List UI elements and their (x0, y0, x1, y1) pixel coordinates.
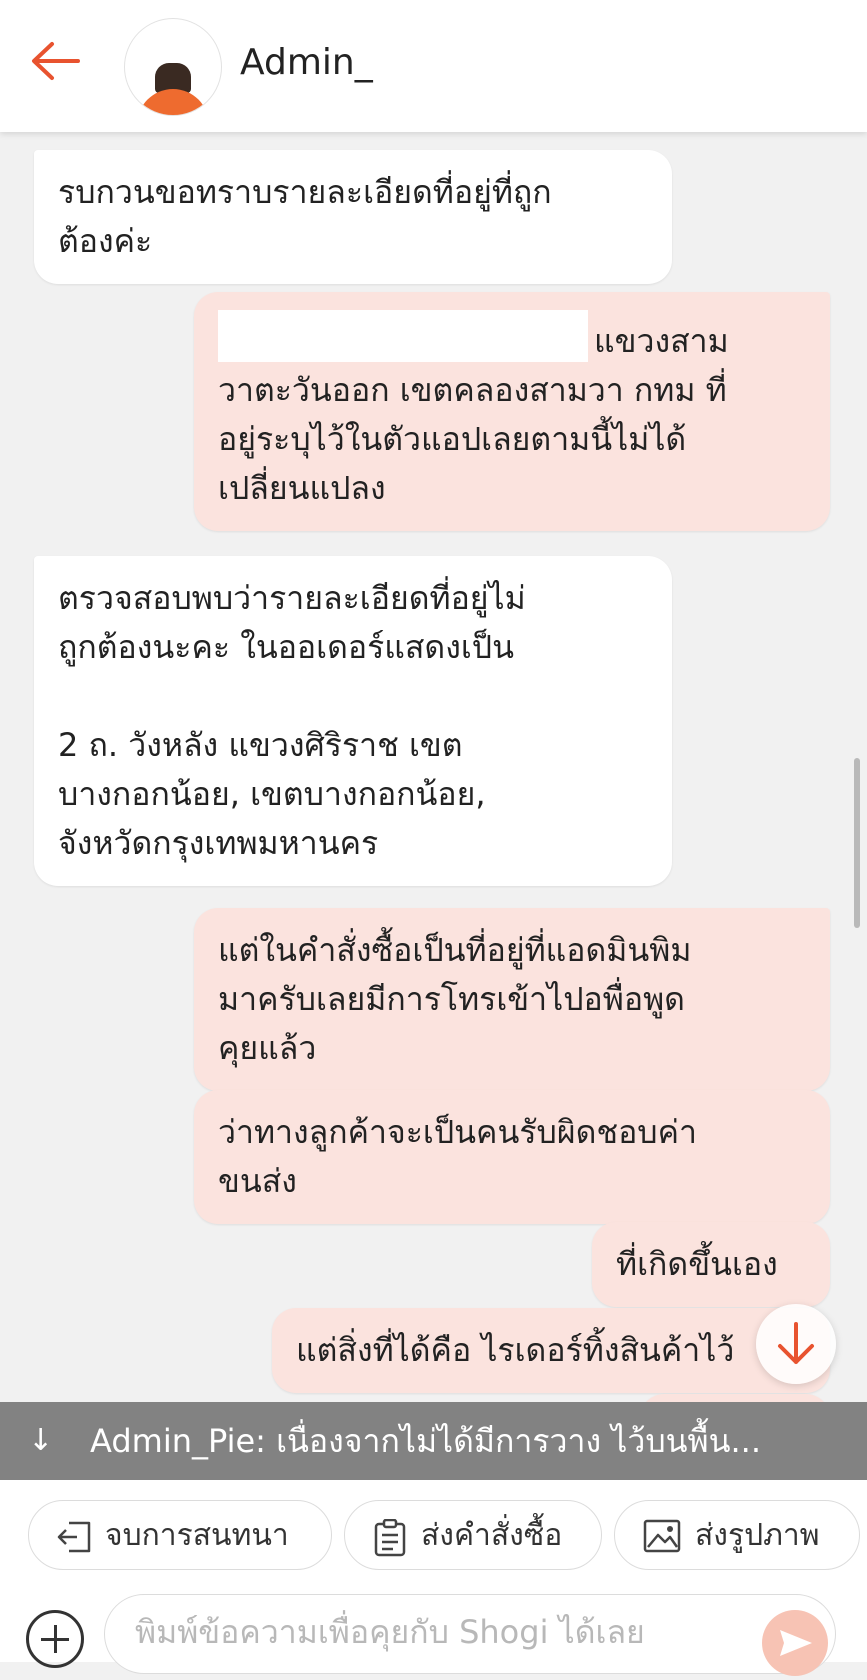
avatar[interactable] (124, 18, 222, 116)
exit-icon (57, 1521, 91, 1553)
back-arrow-icon[interactable] (28, 36, 84, 86)
send-image-label: ส่งรูปภาพ (695, 1518, 820, 1553)
message-line: 2 ถ. วังหลัง แขวงศิริราช เขต (58, 726, 463, 764)
new-message-banner[interactable]: ↓ Admin_Pie: เนื่องจากไม่ได้มีการวาง ไว้… (0, 1402, 867, 1480)
end-chat-button[interactable]: จบการสนทนา (28, 1500, 332, 1570)
message-line: อยู่ระบุไว้ในตัวแอปเลยตามนี้ไม่ได้ (218, 420, 687, 458)
message-line: คุยแล้ว (218, 1029, 317, 1067)
scrollbar-thumb[interactable] (854, 758, 860, 928)
chat-header: Admin_ (0, 0, 867, 132)
send-order-label: ส่งคำสั่งซื้อ (421, 1518, 563, 1553)
message-line: ที่เกิดขึ้นเอง (616, 1245, 778, 1283)
chat-title[interactable]: Admin_ (240, 42, 373, 83)
message-line: แต่ในคำสั่งซื้อเป็นที่อยู่ที่แอดมินพิม (218, 931, 692, 969)
message-line: แขวงสาม (594, 322, 729, 360)
message-line: บางกอกน้อย, เขตบางกอกน้อย, (58, 775, 486, 813)
end-chat-label: จบการสนทนา (105, 1518, 289, 1553)
quick-actions-bar: จบการสนทนา ส่งคำสั่งซื้อ ส่งรูปภาพ (0, 1480, 867, 1580)
message-line: ตรวจสอบพบว่ารายละเอียดที่อยู่ไม่ (58, 579, 526, 617)
plus-icon[interactable] (26, 1610, 84, 1668)
message-input[interactable] (133, 1601, 737, 1663)
send-button[interactable] (762, 1610, 828, 1676)
message-line: วาตะวันออก เขตคลองสามวา กทม ที่ (218, 371, 727, 409)
send-icon (780, 1630, 812, 1656)
message-input-wrapper[interactable] (104, 1594, 836, 1674)
message-line: ว่าทางลูกค้าจะเป็นคนรับผิดชอบค่า (218, 1113, 697, 1151)
message-bubble-outgoing[interactable]: แขวงสาม วาตะวันออก เขตคลองสามวา กทม ที่ … (194, 292, 830, 531)
message-line: เปลี่ยนแปลง (218, 469, 386, 507)
message-bubble-outgoing[interactable] (640, 1394, 830, 1402)
message-bubble-outgoing[interactable]: แต่สิ่งที่ได้คือ ไรเดอร์ทิ้งสินค้าไว้ (272, 1308, 830, 1393)
message-line: มาครับเลยมีการโทรเข้าไปอพื่อพูด (218, 980, 685, 1018)
avatar-shirt (137, 89, 209, 115)
redacted-area (218, 310, 588, 362)
scroll-to-bottom-button[interactable] (756, 1304, 836, 1384)
message-bubble-incoming[interactable]: รบกวนขอทราบรายละเอียดที่อยู่ที่ถูก ต้องค… (34, 150, 672, 284)
message-line: แต่สิ่งที่ได้คือ ไรเดอร์ทิ้งสินค้าไว้ (296, 1331, 735, 1369)
message-line: ขนส่ง (218, 1162, 297, 1200)
message-line: ถูกต้องนะคะ ในออเดอร์แสดงเป็น (58, 628, 514, 666)
arrow-down-icon (778, 1322, 814, 1364)
clipboard-icon (374, 1519, 406, 1557)
message-line: จังหวัดกรุงเทพมหานคร (58, 824, 379, 862)
arrow-down-icon: ↓ (28, 1423, 54, 1458)
composer-bar (0, 1580, 867, 1676)
message-bubble-outgoing[interactable]: แต่ในคำสั่งซื้อเป็นที่อยู่ที่แอดมินพิม ม… (194, 908, 830, 1091)
message-bubble-outgoing[interactable]: ว่าทางลูกค้าจะเป็นคนรับผิดชอบค่า ขนส่ง (194, 1090, 830, 1224)
message-list[interactable]: รบกวนขอทราบรายละเอียดที่อยู่ที่ถูก ต้องค… (0, 132, 867, 1402)
new-message-preview: Admin_Pie: เนื่องจากไม่ได้มีการวาง ไว้บน… (90, 1422, 762, 1460)
message-line-break (58, 672, 648, 721)
send-order-button[interactable]: ส่งคำสั่งซื้อ (344, 1500, 602, 1570)
message-line: ต้องค่ะ (58, 222, 153, 260)
message-line: รบกวนขอทราบรายละเอียดที่อยู่ที่ถูก (58, 173, 552, 211)
message-bubble-outgoing[interactable]: ที่เกิดขึ้นเอง (592, 1222, 830, 1307)
send-image-button[interactable]: ส่งรูปภาพ (614, 1500, 860, 1570)
image-icon (643, 1519, 681, 1553)
message-bubble-incoming[interactable]: ตรวจสอบพบว่ารายละเอียดที่อยู่ไม่ ถูกต้อง… (34, 556, 672, 886)
